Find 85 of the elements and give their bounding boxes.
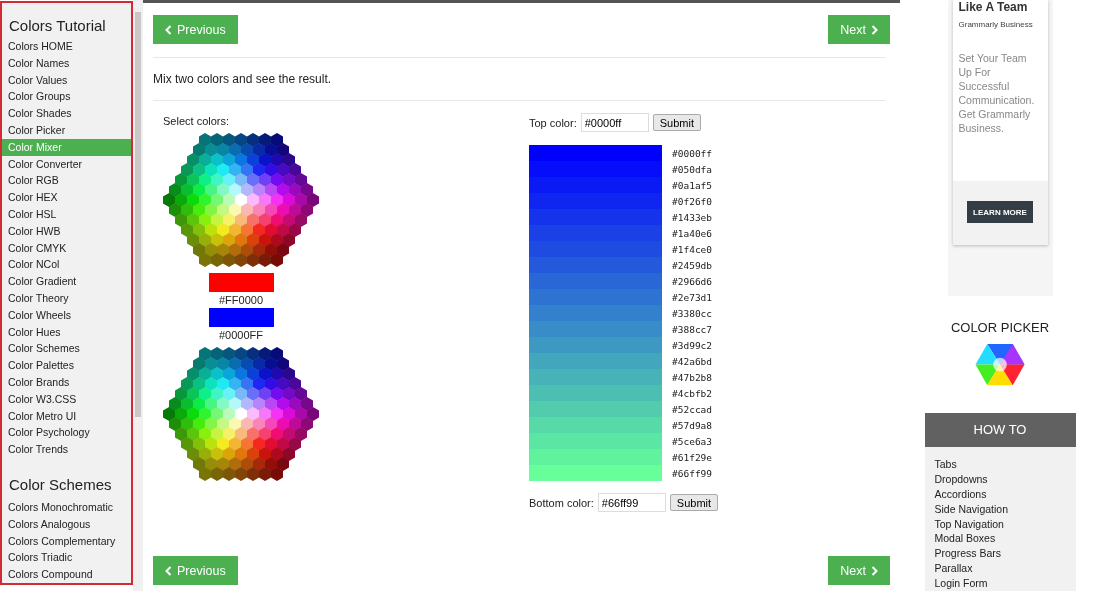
step-label: #2966d6	[672, 275, 713, 287]
sidebar-item[interactable]: Colors Triadic	[2, 549, 131, 567]
sidebar-item[interactable]: Color Groups	[2, 88, 131, 106]
how-to-link[interactable]: Modal Boxes	[934, 531, 1066, 547]
sidebar-item[interactable]: Colors Analogous	[2, 515, 131, 533]
sidebar-item[interactable]: Color Schemes	[2, 340, 131, 358]
how-to-link[interactable]: Progress Bars	[934, 546, 1066, 562]
step-label: #66ff99	[672, 467, 713, 479]
step-label: #4cbfb2	[672, 387, 713, 399]
swatch-label: #0000FF	[219, 329, 263, 341]
step-label: #5ce6a3	[672, 435, 713, 447]
step-label: #0000ff	[672, 147, 713, 159]
sidebar-item[interactable]: Color RGB	[2, 172, 131, 190]
how-to-link[interactable]: Parallax	[934, 561, 1066, 577]
sidebar-item[interactable]: Color Values	[2, 71, 131, 89]
ad-brand: Grammarly Business	[957, 19, 1034, 29]
select-label: Select colors:	[163, 115, 231, 127]
step-label: #1a40e6	[672, 227, 713, 239]
sidebar-item[interactable]: Color HEX	[2, 189, 131, 206]
step-label: #388cc7	[672, 323, 713, 335]
sidebar-item[interactable]: Color Shades	[2, 105, 131, 122]
chevron-right-icon	[871, 565, 878, 576]
sidebar-item[interactable]: Color Trends	[2, 441, 131, 458]
ad-text: Set Your Team Up For Successful Communication. Get Grammarly Business.	[957, 51, 1036, 135]
sidebar-item[interactable]: Colors Complementary	[2, 532, 131, 550]
submit-button[interactable]: Submit	[669, 494, 719, 511]
color-map-drawing[interactable]	[163, 347, 319, 483]
ad-headline: Like A Team	[957, 0, 1029, 14]
sidebar-item[interactable]: Color Wheels	[2, 306, 131, 324]
bottom-color-field[interactable]: #66ff99	[597, 493, 666, 512]
step-label: #52ccad	[672, 403, 713, 415]
chevron-left-icon	[165, 24, 172, 35]
how-to-link[interactable]: Accordions	[934, 486, 1066, 502]
how-to-title: HOW TO	[924, 413, 1076, 447]
sidebar-item[interactable]: Color Converter	[2, 155, 131, 173]
step-label: #0a1af5	[672, 179, 713, 191]
submit-button[interactable]: Submit	[652, 114, 701, 131]
step-label: #2459db	[672, 259, 713, 271]
step-label: #3d99c2	[672, 339, 713, 351]
sidebar-item[interactable]: Colors HOME	[2, 38, 131, 55]
step-label: #3380cc	[672, 307, 713, 319]
learn-more-button[interactable]: LEARN MORE	[967, 201, 1033, 223]
sidebar-item[interactable]: Color W3.CSS	[2, 390, 131, 408]
scrollbar[interactable]	[133, 0, 143, 591]
sidebar-item[interactable]: Color Metro UI	[2, 407, 131, 425]
color-hexagon-icon[interactable]	[974, 342, 1026, 386]
step-label: #0f26f0	[672, 195, 713, 207]
step-label: #57d9a8	[672, 419, 713, 431]
how-to-link[interactable]: Side Navigation	[934, 501, 1066, 517]
color-map-drawing[interactable]	[163, 133, 319, 269]
sidebar-item[interactable]: Color NCol	[2, 256, 131, 274]
sidebar-item[interactable]: Color Names	[2, 54, 131, 72]
sidebar-item[interactable]: Color Palettes	[2, 357, 131, 374]
swatch-label: #FF0000	[219, 294, 263, 306]
how-to-link[interactable]: Top Navigation	[934, 516, 1066, 532]
how-to-link[interactable]: Tabs	[934, 457, 1066, 472]
step-label: #1433eb	[672, 211, 713, 223]
sidebar-heading: Color Schemes	[8, 474, 113, 495]
field-label: Bottom color:	[529, 496, 594, 509]
chevron-right-icon	[871, 24, 878, 35]
sidebar-item[interactable]: Color Theory	[2, 289, 131, 307]
top-color-field[interactable]: #0000ff	[580, 113, 649, 132]
sidebar-item[interactable]: Color CMYK	[2, 239, 131, 257]
sidebar-item[interactable]: Color HSL	[2, 205, 131, 223]
how-to-link[interactable]: Login Form	[934, 576, 1066, 591]
sidebar-item[interactable]: Color Hues	[2, 323, 131, 341]
chevron-left-icon	[165, 565, 172, 576]
step-label: #61f29e	[672, 451, 713, 463]
sidebar-item[interactable]: Color HWB	[2, 222, 131, 240]
sidebar-item[interactable]: Color Gradient	[2, 273, 131, 290]
sidebar-heading: Colors Tutorial	[8, 16, 107, 36]
step-label: #2e73d1	[672, 291, 713, 303]
sidebar-item[interactable]: Color Picker	[2, 122, 131, 139]
sidebar-item[interactable]: Color Brands	[2, 373, 131, 391]
step-label: #47b2b8	[672, 371, 713, 383]
field-label: Top color:	[529, 116, 577, 129]
sidebar-item[interactable]: Colors Compound	[2, 566, 131, 583]
step-label: #1f4ce0	[672, 243, 713, 255]
step-label: #42a6bd	[672, 355, 713, 367]
color-picker-title: COLOR PICKER	[950, 319, 1050, 335]
how-to-link[interactable]: Dropdowns	[934, 471, 1066, 487]
intro-text: Mix two colors and see the result.	[153, 72, 333, 86]
sidebar-item[interactable]: Color Psychology	[2, 424, 131, 442]
step-label: #050dfa	[672, 163, 713, 175]
sidebar-item[interactable]: Colors Monochromatic	[2, 498, 131, 516]
